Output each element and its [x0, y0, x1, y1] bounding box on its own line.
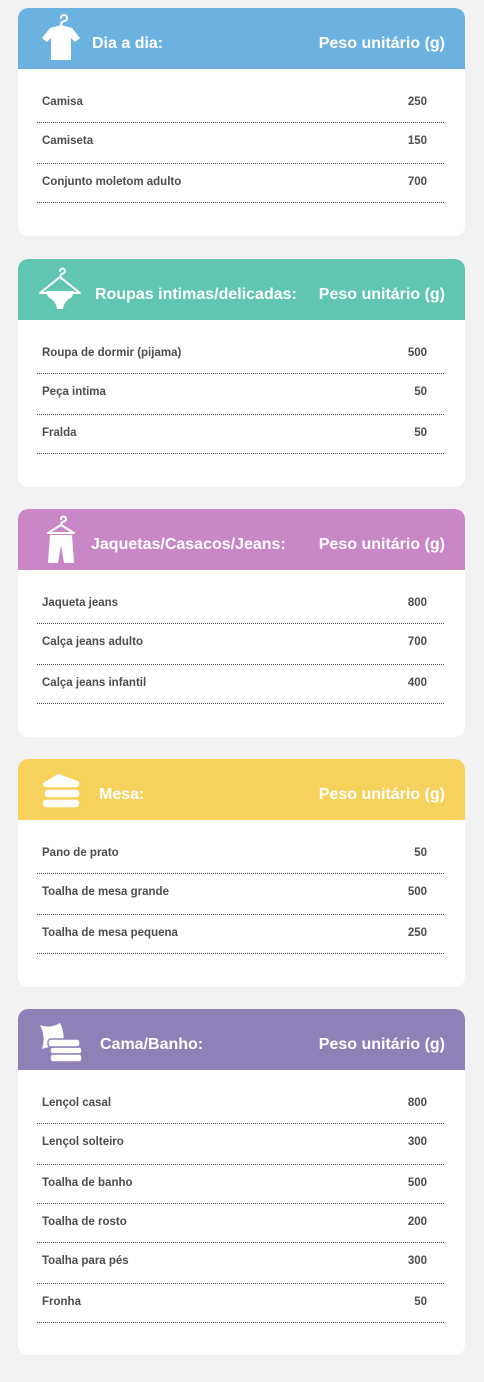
- item-weight: 50: [414, 847, 427, 859]
- shirt-hanger-icon: [36, 14, 86, 64]
- item-weight: 400: [407, 677, 427, 689]
- item-weight: 50: [414, 427, 427, 439]
- section-roupas-intimas: Roupas intimas/delicadas: Peso unitário …: [18, 259, 465, 487]
- item-list: Jaqueta jeans 800 Calça jeans adulto 700…: [37, 585, 444, 704]
- section-title: Dia a dia:: [92, 35, 164, 52]
- list-item: Lençol solteiro 300: [37, 1124, 444, 1165]
- list-item: Fronha 50: [37, 1284, 444, 1323]
- item-weight: 800: [407, 1097, 427, 1109]
- item-weight: 500: [407, 347, 427, 359]
- section-title: Cama/Banho:: [100, 1036, 204, 1053]
- list-item: Lençol casal 800: [37, 1085, 444, 1124]
- section-cama-banho: Cama/Banho: Peso unitário (g) Lençol cas…: [18, 1009, 465, 1355]
- list-item: Camiseta 150: [37, 123, 444, 164]
- item-weight: 300: [407, 1255, 427, 1267]
- item-label: Roupa de dormir (pijama): [42, 347, 182, 359]
- item-label: Pano de prato: [42, 847, 119, 859]
- section-header: Roupas intimas/delicadas: Peso unitário …: [18, 259, 465, 320]
- item-weight: 500: [407, 1177, 427, 1189]
- item-label: Peça intima: [42, 386, 106, 398]
- list-item: Pano de prato 50: [37, 835, 444, 874]
- item-label: Jaqueta jeans: [42, 597, 119, 609]
- list-item: Calça jeans adulto 700: [37, 624, 444, 665]
- section-title: Jaquetas/Casacos/Jeans:: [91, 536, 286, 553]
- section-title: Mesa:: [99, 786, 145, 803]
- item-list: Camisa 250 Camiseta 150 Conjunto moletom…: [37, 84, 444, 203]
- list-item: Toalha de mesa pequena 250: [37, 915, 444, 954]
- item-label: Toalha de mesa pequena: [42, 927, 178, 939]
- list-item: Toalha de banho 500: [37, 1165, 444, 1204]
- column-header-weight: Peso unitário (g): [318, 35, 445, 52]
- list-item: Conjunto moletom adulto 700: [37, 164, 444, 203]
- list-item: Roupa de dormir (pijama) 500: [37, 335, 444, 374]
- list-item: Jaqueta jeans 800: [37, 585, 444, 624]
- item-weight: 200: [407, 1216, 427, 1228]
- item-weight: 250: [407, 927, 427, 939]
- item-weight: 50: [414, 1296, 427, 1308]
- item-label: Camisa: [42, 96, 83, 108]
- item-weight: 150: [407, 135, 427, 147]
- item-label: Lençol solteiro: [42, 1136, 124, 1148]
- list-item: Calça jeans infantil 400: [37, 665, 444, 704]
- item-label: Conjunto moletom adulto: [42, 176, 182, 188]
- section-mesa: Mesa: Peso unitário (g) Pano de prato 50…: [18, 759, 465, 987]
- item-label: Toalha de banho: [42, 1177, 133, 1189]
- list-item: Toalha de mesa grande 500: [37, 874, 444, 915]
- pants-hanger-icon: [36, 515, 86, 565]
- item-label: Calça jeans infantil: [42, 677, 147, 689]
- item-label: Toalha para pés: [42, 1255, 129, 1267]
- section-header: Jaquetas/Casacos/Jeans: Peso unitário (g…: [18, 509, 465, 570]
- section-dia-a-dia: Dia a dia: Peso unitário (g) Camisa 250 …: [18, 8, 465, 236]
- item-weight: 800: [407, 597, 427, 609]
- folded-towels-icon: [36, 765, 86, 815]
- section-header: Dia a dia: Peso unitário (g): [18, 8, 465, 69]
- item-weight: 250: [407, 96, 427, 108]
- item-list: Roupa de dormir (pijama) 500 Peça intima…: [37, 335, 444, 454]
- item-list: Pano de prato 50 Toalha de mesa grande 5…: [37, 835, 444, 954]
- item-weight: 700: [407, 636, 427, 648]
- column-header-weight: Peso unitário (g): [318, 1036, 445, 1053]
- item-weight: 50: [414, 386, 427, 398]
- item-label: Toalha de mesa grande: [42, 886, 169, 898]
- list-item: Fralda 50: [37, 415, 444, 454]
- column-header-weight: Peso unitário (g): [318, 786, 445, 803]
- underwear-hanger-icon: [36, 265, 86, 315]
- item-label: Camiseta: [42, 135, 94, 147]
- item-label: Lençol casal: [42, 1097, 112, 1109]
- pillow-towels-icon: [36, 1015, 86, 1065]
- item-weight: 300: [407, 1136, 427, 1148]
- section-header: Mesa: Peso unitário (g): [18, 759, 465, 820]
- item-list: Lençol casal 800 Lençol solteiro 300 Toa…: [37, 1085, 444, 1323]
- list-item: Camisa 250: [37, 84, 444, 123]
- list-item: Peça intima 50: [37, 374, 444, 415]
- section-title: Roupas intimas/delicadas:: [95, 286, 297, 303]
- section-header: Cama/Banho: Peso unitário (g): [18, 1009, 465, 1070]
- list-item: Toalha de rosto 200: [37, 1204, 444, 1243]
- item-label: Fralda: [42, 427, 77, 439]
- item-label: Calça jeans adulto: [42, 636, 143, 648]
- section-jaquetas: Jaquetas/Casacos/Jeans: Peso unitário (g…: [18, 509, 465, 737]
- item-label: Toalha de rosto: [42, 1216, 127, 1228]
- column-header-weight: Peso unitário (g): [318, 286, 445, 303]
- column-header-weight: Peso unitário (g): [318, 536, 445, 553]
- item-weight: 500: [407, 886, 427, 898]
- item-label: Fronha: [42, 1296, 81, 1308]
- item-weight: 700: [407, 176, 427, 188]
- list-item: Toalha para pés 300: [37, 1243, 444, 1284]
